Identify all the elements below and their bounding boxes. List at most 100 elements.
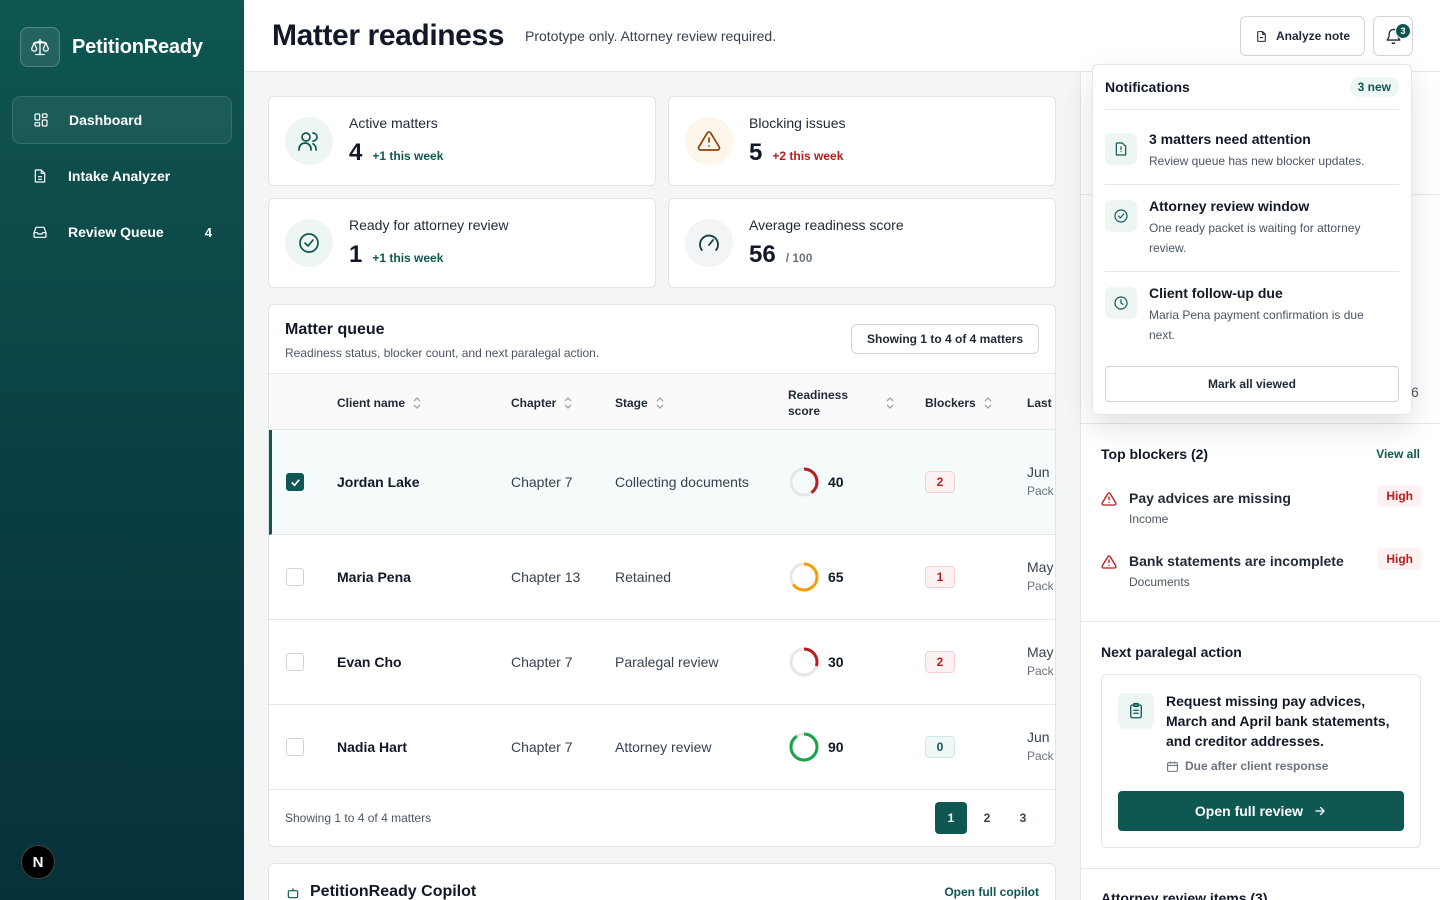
stat-label: Active matters <box>349 115 438 131</box>
inbox-icon <box>32 224 48 240</box>
stat-value: 1 <box>349 241 363 268</box>
readiness-score: 65 <box>788 535 844 619</box>
score-value: 90 <box>828 739 844 755</box>
dev-badge[interactable]: N <box>21 845 55 879</box>
attorney-review-items-title: Attorney review items (3) <box>1101 890 1268 900</box>
next-action-card: Request missing pay advices, March and A… <box>1101 674 1421 848</box>
stat-delta: +2 this week <box>772 149 844 163</box>
sidebar-item-label: Review Queue <box>68 224 164 240</box>
severity-badge: High <box>1378 485 1421 507</box>
check-circle-icon <box>285 219 333 267</box>
page-button-2[interactable]: 2 <box>971 802 1003 834</box>
page-button-1[interactable]: 1 <box>935 802 967 834</box>
score-ring <box>789 562 819 592</box>
blockers: 2 <box>925 430 955 534</box>
sidebar-item-dashboard[interactable]: Dashboard <box>12 96 232 144</box>
col-chapter[interactable]: Chapter <box>511 374 572 431</box>
blocker-count-badge: 2 <box>925 471 955 493</box>
readiness-score: 30 <box>788 620 844 704</box>
queue-title: Matter queue <box>285 321 385 338</box>
notification-title: Attorney review window <box>1149 198 1310 214</box>
table-row[interactable]: Evan Cho Chapter 7 Paralegal review 30 2… <box>269 620 1055 705</box>
copilot-card: PetitionReady Copilot Open full copilot <box>268 863 1056 900</box>
sidebar-item-label: Intake Analyzer <box>68 168 171 184</box>
stat-value: 5 <box>749 139 763 166</box>
queue-subtitle: Readiness status, blocker count, and nex… <box>285 346 600 360</box>
col-client-name[interactable]: Client name <box>337 374 421 431</box>
row-checkbox[interactable] <box>286 473 304 491</box>
brand[interactable]: PetitionReady <box>20 27 203 67</box>
view-all-blockers-link[interactable]: View all <box>1376 447 1420 461</box>
sort-icon <box>984 396 992 409</box>
stat-card-average-score: Average readiness score 56 / 100 <box>668 198 1056 288</box>
client-name[interactable]: Jordan Lake <box>337 430 419 534</box>
client-name[interactable]: Evan Cho <box>337 620 402 704</box>
chapter: Chapter 7 <box>511 474 573 490</box>
page-button-3[interactable]: 3 <box>1007 802 1039 834</box>
sidebar-item-intake-analyzer[interactable]: Intake Analyzer <box>12 152 232 200</box>
stat-label: Ready for attorney review <box>349 217 509 233</box>
table-row[interactable]: Jordan Lake Chapter 7 Collecting documen… <box>269 430 1055 535</box>
stage: Paralegal review <box>615 654 719 670</box>
users-icon <box>285 117 333 165</box>
analyze-note-button[interactable]: Analyze note <box>1240 16 1365 56</box>
row-checkbox[interactable] <box>286 568 304 586</box>
blocker-title: Bank statements are incomplete <box>1129 553 1344 569</box>
blockers: 0 <box>925 705 955 789</box>
client-name[interactable]: Maria Pena <box>337 535 411 619</box>
row-checkbox[interactable] <box>286 738 304 756</box>
divider <box>1105 271 1399 272</box>
row-checkbox[interactable] <box>286 653 304 671</box>
sort-icon <box>656 396 664 409</box>
notification-body: Review queue has new blocker updates. <box>1149 154 1365 168</box>
score-ring <box>789 732 819 762</box>
stat-delta: / 100 <box>785 251 813 265</box>
gauge-icon <box>685 219 733 267</box>
client-name[interactable]: Nadia Hart <box>337 705 407 789</box>
calendar-icon <box>1166 760 1179 773</box>
score-value: 30 <box>828 654 844 670</box>
stat-label: Blocking issues <box>749 115 846 131</box>
divider <box>1081 621 1440 622</box>
brand-name: PetitionReady <box>72 35 203 58</box>
col-stage[interactable]: Stage <box>615 374 664 431</box>
stat-label: Average readiness score <box>749 217 904 233</box>
last-activity: May Pack <box>1027 559 1054 593</box>
notifications-dropdown: Notifications 3 new 3 matters need atten… <box>1092 64 1412 415</box>
open-full-review-button[interactable]: Open full review <box>1118 791 1404 831</box>
stat-card-active-matters: Active matters 4 +1 this week <box>268 96 656 186</box>
table-row[interactable]: Maria Pena Chapter 13 Retained 65 1 May P… <box>269 535 1055 620</box>
divider <box>1105 109 1399 110</box>
blocker-count-badge: 2 <box>925 651 955 673</box>
col-last[interactable]: Last <box>1027 374 1052 431</box>
pagination-summary: Showing 1 to 4 of 4 matters <box>285 811 432 825</box>
readiness-score: 90 <box>788 705 844 789</box>
divider <box>1105 184 1399 185</box>
file-icon <box>1255 30 1268 43</box>
mark-all-viewed-button[interactable]: Mark all viewed <box>1105 366 1399 402</box>
stat-card-ready-for-review: Ready for attorney review 1 +1 this week <box>268 198 656 288</box>
last-activity: Jun Pack <box>1027 729 1054 763</box>
notification-title: 3 matters need attention <box>1149 131 1311 147</box>
sort-icon <box>886 396 894 409</box>
blocker-item[interactable]: Bank statements are incomplete Documents… <box>1101 548 1421 599</box>
stat-card-blocking-issues: Blocking issues 5 +2 this week <box>668 96 1056 186</box>
next-action-due: Due after client response <box>1166 759 1328 773</box>
table-row[interactable]: Nadia Hart Chapter 7 Attorney review 90 … <box>269 705 1055 790</box>
last-activity: May Pack <box>1027 644 1054 678</box>
blocker-category: Income <box>1129 512 1169 526</box>
col-blockers[interactable]: Blockers <box>925 374 992 431</box>
sidebar-item-label: Dashboard <box>69 112 143 128</box>
dashboard-icon <box>33 112 49 128</box>
sort-icon <box>413 396 421 409</box>
next-action-title: Next paralegal action <box>1101 644 1242 660</box>
open-full-copilot-link[interactable]: Open full copilot <box>944 885 1039 899</box>
matter-queue: Matter queue Readiness status, blocker c… <box>268 304 1056 847</box>
blocker-item[interactable]: Pay advices are missing Income High <box>1101 485 1421 536</box>
col-readiness-score[interactable]: Readiness score <box>788 374 894 431</box>
sidebar-item-review-queue[interactable]: Review Queue 4 <box>12 208 232 256</box>
notifications-button[interactable]: 3 <box>1373 16 1413 56</box>
score-value: 40 <box>828 474 844 490</box>
score-value: 65 <box>828 569 844 585</box>
blocker-category: Documents <box>1129 575 1190 589</box>
